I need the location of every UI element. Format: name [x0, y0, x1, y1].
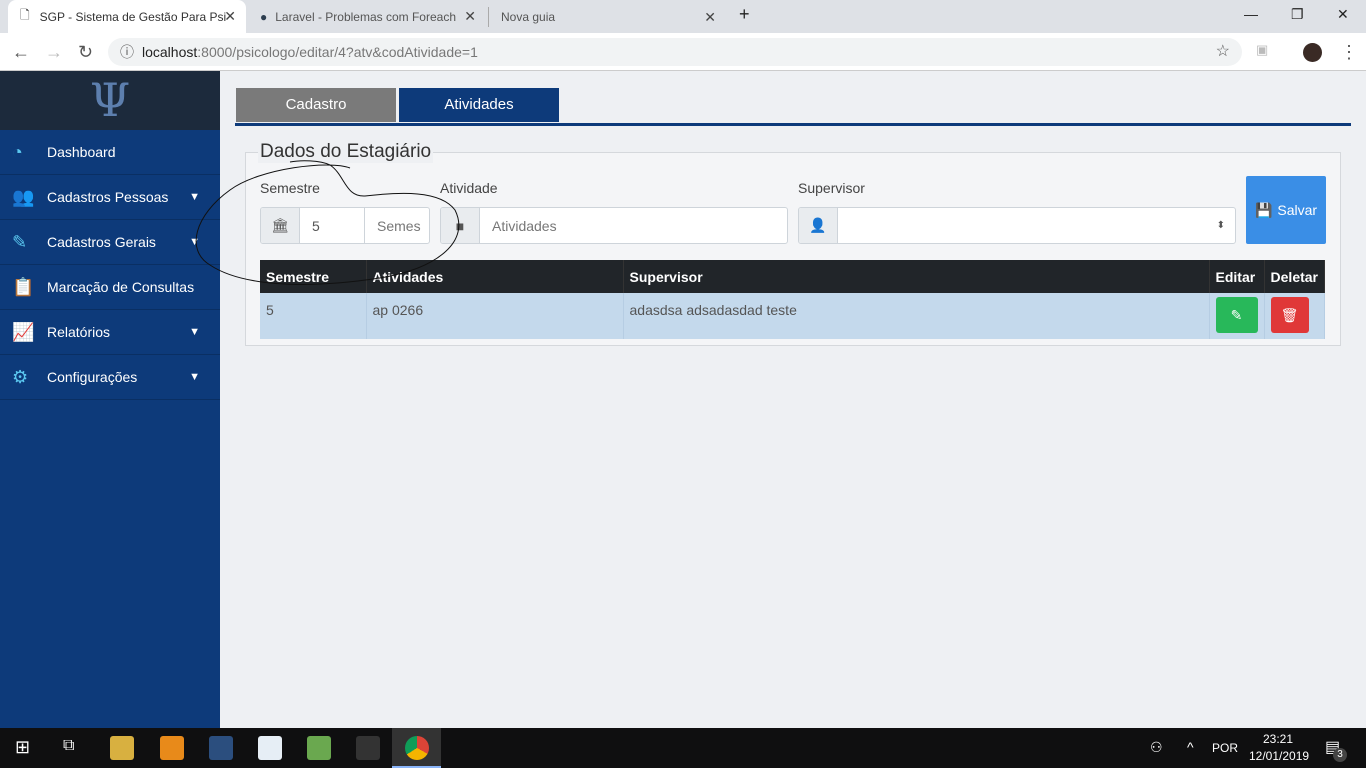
site-icon: ● — [260, 9, 268, 24]
institution-icon: 🏛 — [261, 208, 300, 243]
supervisor-label: Supervisor — [798, 180, 865, 196]
tab-cadastro[interactable]: Cadastro — [236, 88, 396, 122]
extension-icon[interactable]: ▣ — [1256, 42, 1268, 58]
supervisor-select[interactable]: 👤 ⬍ — [798, 207, 1236, 244]
logo: Ψ — [0, 71, 220, 130]
floppy-icon: 💾 — [1254, 201, 1273, 218]
people-icon[interactable]: ⚇ — [1150, 739, 1163, 756]
chrome-taskbar-button[interactable] — [392, 728, 441, 768]
terminal-icon[interactable] — [356, 736, 380, 760]
page-icon: 🗋 — [20, 8, 30, 22]
app-icon[interactable] — [110, 736, 134, 760]
back-icon[interactable]: ← — [12, 42, 30, 63]
semestre-input[interactable]: 5 — [300, 208, 365, 243]
windows-start-icon[interactable]: ⊞ — [15, 737, 30, 758]
address-bar: ← → ↻ ⓘ localhost:8000/psicologo/editar/4… — [0, 33, 1366, 71]
notification-badge: 3 — [1333, 748, 1347, 762]
new-tab-button[interactable]: + — [739, 4, 750, 25]
sidebar-item-configuracoes[interactable]: ⚙ Configurações ▼ — [0, 355, 220, 400]
folder-icon: ■ — [441, 208, 480, 243]
taskbar: ⊞ ⧉ ⚇ ^ POR 23:21 12/01/2019 ▤ 3 — [0, 728, 1366, 768]
col-supervisor: Supervisor — [623, 260, 1210, 293]
atividade-field: ■ Atividades — [440, 207, 788, 244]
app-icon[interactable] — [307, 736, 331, 760]
sidebar-item-cadastros-gerais[interactable]: ✎ Cadastros Gerais ▼ — [0, 220, 220, 265]
gear-icon: ⚙ — [12, 366, 29, 387]
chevron-down-icon: ▼ — [189, 371, 200, 383]
edit-icon: ✎ — [1230, 307, 1243, 323]
pencil-icon: ✎ — [12, 231, 28, 252]
reload-icon[interactable]: ↻ — [78, 42, 93, 63]
browser-tab[interactable]: Nova guia ✕ — [488, 7, 726, 27]
app-icon[interactable] — [258, 736, 282, 760]
menu-icon[interactable]: ⋮ — [1340, 42, 1358, 63]
sublime-icon[interactable] — [160, 736, 184, 760]
save-button[interactable]: 💾 Salvar — [1246, 176, 1326, 244]
dashboard-icon: ◔ — [12, 141, 23, 162]
chevron-down-icon: ▼ — [189, 236, 200, 248]
close-tab-icon[interactable]: ✕ — [464, 8, 476, 25]
language-indicator[interactable]: POR — [1212, 741, 1238, 755]
atividade-label: Atividade — [440, 180, 498, 196]
trash-icon: 🗑 — [1280, 307, 1299, 323]
col-atividades: Atividades — [366, 260, 624, 293]
sidebar-item-dashboard[interactable]: ◔ Dashboard — [0, 130, 220, 175]
atividade-input[interactable]: Atividades — [480, 208, 557, 243]
avatar[interactable] — [1303, 43, 1322, 62]
chart-icon: 📈 — [12, 321, 35, 342]
tab-atividades[interactable]: Atividades — [399, 88, 559, 122]
activities-table: Semestre Atividades Supervisor Editar De… — [260, 260, 1326, 339]
semestre-field: 🏛 5 Semes — [260, 207, 430, 244]
main-content: Cadastro Atividades Dados do Estagiário … — [220, 71, 1366, 728]
edit-button[interactable]: ✎ — [1215, 297, 1258, 333]
info-icon: ⓘ — [120, 44, 134, 60]
sidebar-item-relatorios[interactable]: 📈 Relatórios ▼ — [0, 310, 220, 355]
panel-title: Dados do Estagiário — [258, 141, 434, 163]
select-arrows-icon: ⬍ — [1216, 220, 1225, 231]
chevron-up-icon[interactable]: ^ — [1187, 739, 1194, 755]
delete-button[interactable]: 🗑 — [1270, 297, 1309, 333]
browser-tab[interactable]: ● Laravel - Problemas com Foreach ✕ — [248, 0, 486, 33]
cell-supervisor: adasdsa adsadasdad teste — [623, 293, 1210, 339]
url-input[interactable]: ⓘ localhost:8000/psicologo/editar/4?atv&c… — [108, 38, 1242, 66]
close-window-button[interactable]: ✕ — [1337, 6, 1349, 23]
cell-semestre: 5 — [260, 293, 367, 339]
intern-data-panel: Dados do Estagiário Semestre 🏛 5 Semes A… — [245, 141, 1341, 346]
chevron-down-icon: ▼ — [189, 191, 200, 203]
cell-atividade: ap 0266 — [366, 293, 624, 339]
chrome-icon — [405, 736, 429, 760]
users-icon: 👥 — [12, 186, 35, 207]
maximize-button[interactable]: ❐ — [1291, 6, 1304, 23]
browser-tab-strip: 🗋 SGP - Sistema de Gestão Para Psi ✕ ● Lara… — [0, 0, 1366, 33]
col-deletar: Deletar — [1264, 260, 1326, 293]
browser-tab[interactable]: 🗋 SGP - Sistema de Gestão Para Psi ✕ — [8, 0, 246, 33]
tab-divider — [235, 123, 1351, 126]
task-view-icon[interactable]: ⧉ — [63, 737, 74, 755]
minimize-button[interactable]: — — [1244, 6, 1258, 22]
col-semestre: Semestre — [260, 260, 367, 293]
sidebar-item-marcacao-consultas[interactable]: 📋 Marcação de Consultas — [0, 265, 220, 310]
semestre-suffix: Semes — [377, 217, 421, 234]
sidebar-item-cadastros-pessoas[interactable]: 👥 Cadastros Pessoas ▼ — [0, 175, 220, 220]
semestre-label: Semestre — [260, 180, 320, 196]
clock-time[interactable]: 23:21 — [1263, 732, 1293, 746]
sidebar: Ψ ◔ Dashboard 👥 Cadastros Pessoas ▼ ✎ Cadast… — [0, 71, 220, 728]
forward-icon[interactable]: → — [45, 42, 63, 63]
clipboard-icon: 📋 — [12, 276, 35, 297]
close-tab-icon[interactable]: ✕ — [224, 8, 236, 25]
clock-date[interactable]: 12/01/2019 — [1249, 749, 1309, 763]
user-icon: 👤 — [799, 208, 838, 243]
star-icon[interactable]: ☆ — [1216, 38, 1230, 66]
table-row: 5 ap 0266 adasdsa adsadasdad teste ✎ 🗑 — [260, 293, 1326, 339]
close-tab-icon[interactable]: ✕ — [704, 9, 716, 26]
mysql-icon[interactable] — [209, 736, 233, 760]
chevron-down-icon: ▼ — [189, 326, 200, 338]
col-editar: Editar — [1209, 260, 1265, 293]
